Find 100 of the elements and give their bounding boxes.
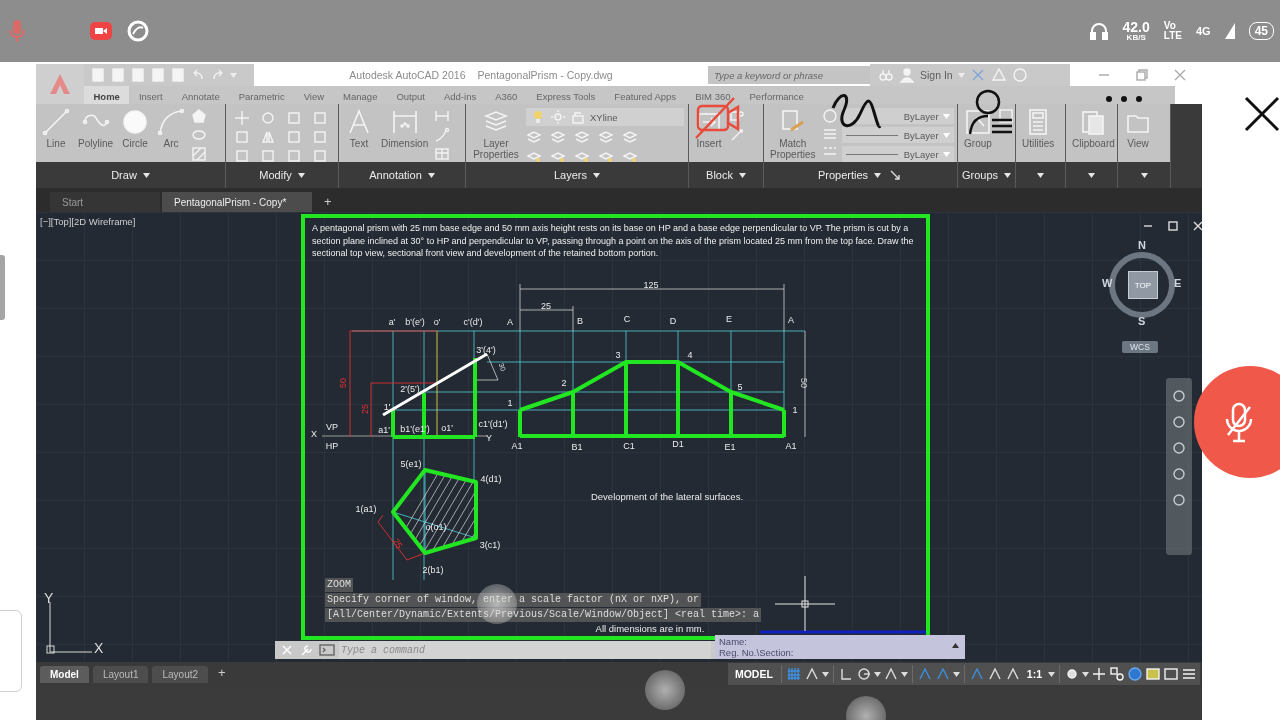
- view-cube-face[interactable]: TOP: [1128, 271, 1158, 299]
- ribbon-tab[interactable]: View: [294, 86, 334, 104]
- ribbon-tab[interactable]: Express Tools: [526, 86, 605, 104]
- dimension-note: All dimensions are in mm.: [595, 623, 705, 634]
- ribbon-tab[interactable]: BIM 360: [685, 86, 740, 104]
- color-wheel-icon[interactable]: [821, 108, 838, 124]
- create-block-icon[interactable]: [729, 108, 745, 124]
- compass-label[interactable]: N: [1138, 239, 1146, 251]
- plus-icon[interactable]: [1091, 666, 1107, 682]
- edit-block-icon[interactable]: [729, 127, 745, 143]
- gear-icon[interactable]: [1064, 666, 1080, 682]
- caret-icon[interactable]: [874, 172, 882, 178]
- caret-icon[interactable]: [1037, 172, 1044, 178]
- ribbon-tool-button[interactable]: Arc: [155, 108, 188, 150]
- viewport-label[interactable]: [−][Top][2D Wireframe]: [40, 216, 136, 227]
- caret-icon[interactable]: [952, 671, 960, 677]
- caret-icon[interactable]: [1088, 172, 1095, 178]
- caret-icon[interactable]: [821, 671, 829, 677]
- drawing-label: 25: [360, 404, 370, 414]
- document-tab[interactable]: PentagonalPrism - Copy*: [162, 192, 312, 212]
- ribbon-tool-button[interactable]: Polyline: [76, 108, 116, 150]
- caret-icon[interactable]: [297, 172, 305, 178]
- caret-icon[interactable]: [1140, 172, 1148, 178]
- ribbon-tab[interactable]: Featured Apps: [604, 86, 686, 104]
- panel-title[interactable]: Modify: [259, 169, 292, 181]
- prompt-icon[interactable]: [319, 642, 335, 658]
- caret-icon[interactable]: [738, 172, 746, 178]
- document-tab[interactable]: Start: [50, 192, 160, 212]
- panel-title[interactable]: Groups: [961, 169, 999, 181]
- volte-label: Vo: [1163, 21, 1177, 31]
- ribbon-tab[interactable]: Manage: [333, 86, 387, 104]
- layout-tab[interactable]: Layout2: [152, 665, 209, 683]
- wrench-icon[interactable]: [299, 642, 315, 658]
- compass-label[interactable]: S: [1138, 315, 1146, 327]
- ribbon-tab[interactable]: Performance: [740, 86, 814, 104]
- ribbon-tab[interactable]: A360: [485, 86, 527, 104]
- microphone-off-icon: [1224, 401, 1254, 443]
- layout-tab[interactable]: Layout1: [92, 665, 149, 683]
- caret-icon[interactable]: [427, 172, 435, 178]
- touch-indicator: [645, 670, 685, 710]
- drawing-label: D: [669, 316, 677, 326]
- command-input[interactable]: Type a command: [339, 641, 711, 659]
- hardware-acceleration-icon[interactable]: [1127, 666, 1143, 682]
- headphones-icon: [1088, 21, 1109, 41]
- ribbon-tab[interactable]: Add-ins: [434, 86, 486, 104]
- restore-icon[interactable]: [1165, 218, 1181, 234]
- panel-title[interactable]: Layers: [554, 169, 587, 181]
- ucs-menu[interactable]: WCS: [1122, 341, 1158, 353]
- caret-up-icon[interactable]: [952, 643, 959, 648]
- ribbon-tab[interactable]: Annotate: [172, 86, 230, 104]
- close-icon[interactable]: [1244, 96, 1280, 132]
- caret-icon[interactable]: [873, 671, 881, 677]
- sign-in-link[interactable]: Sign In: [920, 69, 953, 81]
- layers-status-icon[interactable]: [1145, 666, 1161, 682]
- ribbon-tab[interactable]: Insert: [129, 86, 173, 104]
- ribbon-tool-button[interactable]: Layer Properties: [470, 108, 522, 160]
- compass-label[interactable]: W: [1102, 277, 1113, 289]
- search-field[interactable]: Type a keyword or phrase: [708, 66, 870, 84]
- camera-off-icon[interactable]: [694, 96, 742, 140]
- ribbon-tool-button[interactable]: Circle: [119, 108, 152, 150]
- property-dropdown[interactable]: ByLayer: [841, 108, 954, 124]
- drawing-label: 1: [507, 398, 513, 408]
- caret-icon[interactable]: [1004, 172, 1012, 178]
- model-space-button[interactable]: MODEL: [730, 668, 777, 680]
- ribbon-tool-button[interactable]: Text: [343, 108, 375, 150]
- grid-icon[interactable]: [785, 666, 802, 682]
- property-dropdown[interactable]: ByLayer: [841, 127, 954, 143]
- ribbon-tab[interactable]: Output: [386, 86, 435, 104]
- layout-tab[interactable]: Model: [40, 665, 89, 683]
- caret-icon[interactable]: [142, 172, 150, 178]
- caret-icon[interactable]: [900, 671, 908, 677]
- polar-icon[interactable]: [855, 666, 872, 682]
- panel-title[interactable]: Properties: [817, 169, 869, 181]
- ribbon-tool-button[interactable]: Match Properties: [768, 108, 818, 160]
- caret-icon[interactable]: [593, 172, 600, 178]
- panel-title[interactable]: Block: [706, 169, 733, 181]
- edge-handle[interactable]: [0, 255, 5, 320]
- drawing-label: C1: [623, 441, 635, 451]
- new-layout-button[interactable]: +: [208, 665, 236, 683]
- ribbon-tool-button[interactable]: Line: [40, 108, 72, 150]
- drawing-caption: Development of the lateral surfaces.: [590, 491, 744, 502]
- panel-title[interactable]: Draw: [111, 169, 137, 181]
- ribbon-tab[interactable]: Parametric: [229, 86, 295, 104]
- property-dropdown[interactable]: ByLayer: [841, 146, 954, 162]
- panel-title[interactable]: Annotation: [369, 169, 422, 181]
- clean-screen-icon[interactable]: [1163, 666, 1179, 682]
- more-icon[interactable]: [1104, 94, 1144, 104]
- drawing-label: 1': [383, 402, 391, 412]
- customize-menu-icon[interactable]: [1181, 666, 1197, 682]
- ribbon-tool-button[interactable]: Dimension: [379, 108, 431, 150]
- circle-icon[interactable]: [126, 19, 150, 43]
- screen-record-icon[interactable]: [90, 22, 112, 40]
- ungroup-icon[interactable]: [998, 108, 1014, 124]
- ribbon-tab[interactable]: Home: [84, 86, 130, 104]
- caret-icon[interactable]: [1048, 671, 1055, 677]
- isolate-objects-icon[interactable]: [1109, 666, 1125, 682]
- drawing-label: 25: [541, 301, 551, 311]
- new-tab-button[interactable]: +: [314, 194, 342, 212]
- annotation-scale-button[interactable]: 1:1: [1022, 668, 1046, 680]
- caret-icon[interactable]: [1082, 671, 1089, 677]
